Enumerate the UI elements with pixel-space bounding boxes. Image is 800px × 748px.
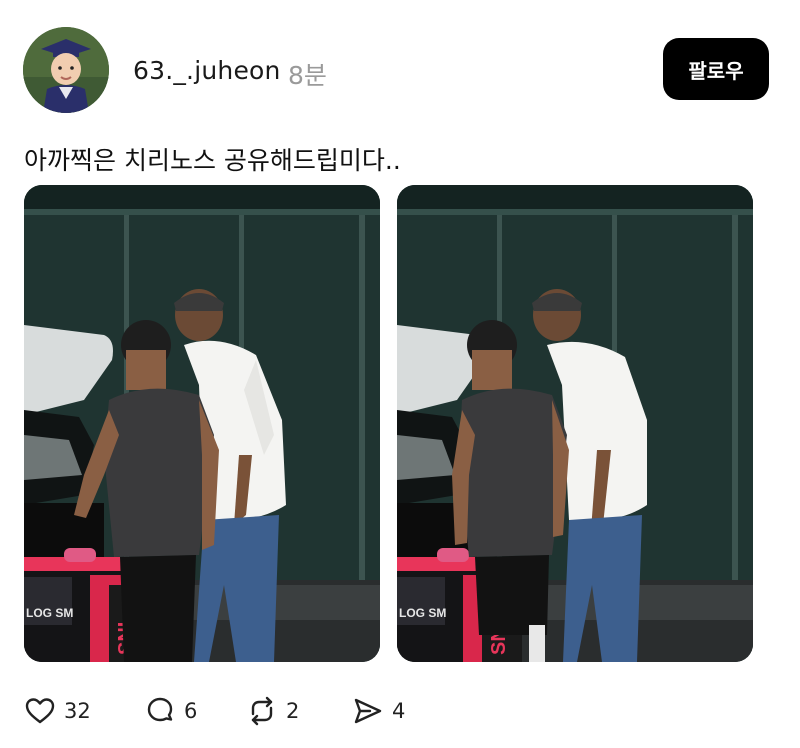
bag-label: LOG SM bbox=[26, 606, 73, 620]
like-button[interactable]: 32 bbox=[24, 694, 91, 728]
send-icon bbox=[354, 698, 382, 724]
like-count: 32 bbox=[64, 699, 91, 723]
username[interactable]: 63._.juheon bbox=[133, 56, 281, 85]
repost-icon bbox=[251, 696, 273, 726]
share-count: 4 bbox=[392, 699, 406, 723]
heart-icon bbox=[25, 698, 55, 724]
share-button[interactable]: 4 bbox=[352, 694, 405, 728]
follow-button[interactable]: 팔로우 bbox=[663, 38, 769, 100]
post-photo-2[interactable]: LOG SM SNI bbox=[397, 185, 753, 662]
post-time: 8분 bbox=[288, 61, 327, 90]
post-photo-1[interactable]: LOG SM SNI bbox=[24, 185, 380, 662]
repost-button[interactable]: 2 bbox=[246, 694, 299, 728]
repost-count: 2 bbox=[286, 699, 300, 723]
reply-button[interactable]: 6 bbox=[144, 694, 197, 728]
comment-icon bbox=[147, 697, 173, 722]
post-caption: 아까찍은 치리노스 공유해드립미다.. bbox=[24, 146, 401, 175]
avatar[interactable] bbox=[23, 27, 109, 113]
reply-count: 6 bbox=[184, 699, 198, 723]
post-actions: 32 6 2 4 bbox=[0, 694, 800, 728]
bag-label: LOG SM bbox=[399, 606, 446, 620]
